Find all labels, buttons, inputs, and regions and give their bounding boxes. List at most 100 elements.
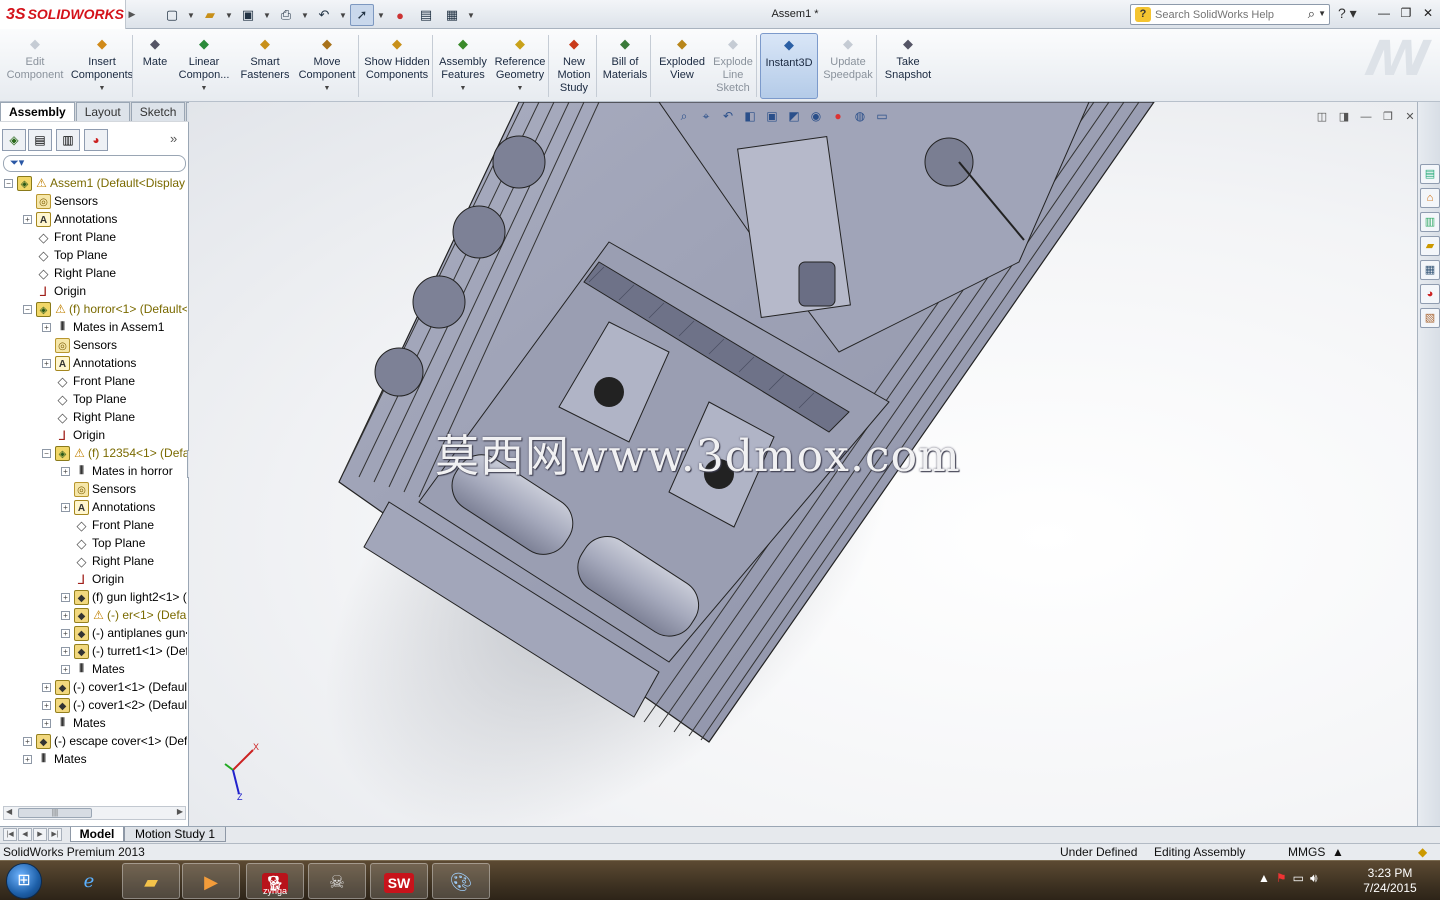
- home-icon[interactable]: ⌂: [1420, 188, 1440, 208]
- hide-show-items-icon[interactable]: ◉: [807, 108, 825, 124]
- display-style-icon[interactable]: ◩: [785, 108, 803, 124]
- collapse-icon[interactable]: −: [42, 449, 51, 459]
- tree-node[interactable]: + ⫴ Mates: [23, 750, 87, 768]
- taskbar-paint-app[interactable]: 🎨︎: [432, 863, 490, 899]
- tree-node[interactable]: −◈ ⚠(f) 12354<1> (Defaul: [42, 444, 187, 462]
- show-hidden-button[interactable]: ◆ Show Hidden Components: [362, 33, 432, 99]
- taskbar-internet-explorer[interactable]: ℯ: [60, 863, 118, 899]
- save-dropdown-icon[interactable]: ▼: [262, 4, 272, 26]
- tree-node[interactable]: ⅃ Origin: [23, 282, 86, 300]
- undo-icon[interactable]: ↶: [312, 4, 336, 26]
- expand-icon[interactable]: +: [61, 611, 70, 621]
- configuration-manager-tab-icon[interactable]: ▥: [56, 129, 80, 151]
- file-explorer-pane-icon[interactable]: ▰: [1420, 236, 1440, 256]
- property-manager-tab-icon[interactable]: ▤: [28, 129, 52, 151]
- appearances-scenes-icon[interactable]: ◕: [1420, 284, 1440, 304]
- expand-panel-icon[interactable]: »: [170, 131, 177, 146]
- tree-node[interactable]: ◎ Sensors: [23, 192, 98, 210]
- display-icon[interactable]: ▭: [1293, 871, 1304, 886]
- tree-node[interactable]: + ⫴ Mates: [61, 660, 125, 678]
- collapse-icon[interactable]: −: [23, 305, 32, 315]
- restore-icon[interactable]: ❐: [1398, 4, 1414, 22]
- tree-node[interactable]: + ◆ (-) escape cover<1> (Defau: [23, 732, 187, 750]
- zoom-to-fit-icon[interactable]: ⌕: [675, 108, 693, 124]
- tree-node[interactable]: ◇ Top Plane: [42, 390, 127, 408]
- tree-node[interactable]: ◇ Front Plane: [61, 516, 155, 534]
- system-clock[interactable]: 3:23 PM 7/24/2015: [1350, 866, 1430, 896]
- taskbar-media-player[interactable]: ▶: [182, 863, 240, 899]
- units-selector[interactable]: MMGS ▲: [1288, 844, 1344, 860]
- last-tab-icon[interactable]: ▶|: [48, 828, 62, 841]
- tree-node[interactable]: + A Annotations: [23, 210, 117, 228]
- section-view-icon[interactable]: ◧: [741, 108, 759, 124]
- save-icon[interactable]: ▣: [236, 4, 260, 26]
- dropdown-arrow-icon[interactable]: ▼: [66, 82, 138, 95]
- file-properties-icon[interactable]: ▤: [414, 4, 438, 26]
- search-dropdown-icon[interactable]: ▼: [1318, 9, 1326, 18]
- viewport-restore-icon[interactable]: ❐: [1381, 110, 1395, 124]
- tree-node[interactable]: ◎ Sensors: [61, 480, 136, 498]
- linear-pattern-button[interactable]: ◆ Linear Compon... ▼: [172, 33, 236, 99]
- tab-layout[interactable]: Layout: [75, 102, 130, 121]
- open-folder-icon[interactable]: ▰: [198, 4, 222, 26]
- tree-node[interactable]: ◇ Top Plane: [61, 534, 146, 552]
- smart-fasteners-button[interactable]: ◆ Smart Fasteners: [240, 33, 290, 99]
- tree-node[interactable]: + ◆ (-) turret1<1> (Defa: [61, 642, 187, 660]
- exploded-view-button[interactable]: ◆ Exploded View: [654, 33, 710, 99]
- tree-horizontal-scrollbar[interactable]: ◀ ||| ▶: [3, 806, 186, 820]
- graphics-viewport[interactable]: 莫西网www.3dmox.com ⌕ ⌖ ↶ ◧ ▣ ◩ ◉ ● ◍ ▭ ◫ ◨…: [189, 102, 1417, 826]
- tab-assembly[interactable]: Assembly: [0, 102, 75, 121]
- tree-filter-field[interactable]: ⏷▾: [3, 155, 186, 172]
- close-icon[interactable]: ✕: [1420, 4, 1436, 22]
- speedpak-button[interactable]: ◆ Update Speedpak: [820, 33, 876, 99]
- tree-node[interactable]: + ◆ (-) cover1<1> (Default<: [42, 678, 187, 696]
- action-center-flag-icon[interactable]: ⚑: [1276, 871, 1287, 886]
- mate-button[interactable]: ◆ Mate: [140, 33, 170, 99]
- edit-appearance-icon[interactable]: ●: [829, 108, 847, 124]
- tree-node[interactable]: ◇ Right Plane: [42, 408, 136, 426]
- tree-node[interactable]: + A Annotations: [42, 354, 136, 372]
- view-palette-icon[interactable]: ▦: [1420, 260, 1440, 280]
- minimize-icon[interactable]: —: [1376, 4, 1392, 22]
- tree-node[interactable]: ◇ Right Plane: [23, 264, 117, 282]
- tree-node[interactable]: − ◈ ⚠ Assem1 (Default<Display St: [4, 174, 187, 192]
- taskbar-game-app[interactable]: ☠︎: [308, 863, 366, 899]
- snapshot-button[interactable]: ◆ Take Snapshot: [880, 33, 936, 99]
- scroll-thumb[interactable]: |||: [18, 808, 92, 818]
- undo-dropdown-icon[interactable]: ▼: [338, 4, 348, 26]
- first-tab-icon[interactable]: |◀: [3, 828, 17, 841]
- help-icon[interactable]: ? ▾: [1338, 5, 1368, 22]
- bom-button[interactable]: ◆ Bill of Materials: [598, 33, 652, 99]
- expand-icon[interactable]: +: [42, 359, 51, 369]
- expand-icon[interactable]: +: [61, 503, 70, 513]
- view-settings-icon[interactable]: ▭: [873, 108, 891, 124]
- tree-node[interactable]: ◇ Front Plane: [42, 372, 136, 390]
- solidworks-logo[interactable]: 3S SOLIDWORKS: [0, 0, 126, 29]
- new-dropdown-icon[interactable]: ▼: [186, 4, 196, 26]
- tree-node[interactable]: − ◈ ⚠ (f) horror<1> (Default<D: [23, 300, 187, 318]
- design-library-icon[interactable]: ▥: [1420, 212, 1440, 232]
- rebuild-traffic-light-icon[interactable]: ●: [388, 4, 412, 26]
- tree-node[interactable]: + ◆ (-) cover1<2> (Default<: [42, 696, 187, 714]
- next-tab-icon[interactable]: ▶: [33, 828, 47, 841]
- reference-geometry-button[interactable]: ◆ Reference Geometry ▼: [492, 33, 548, 99]
- start-button[interactable]: ⊞: [6, 863, 42, 899]
- display-manager-tab-icon[interactable]: ◕: [84, 129, 108, 151]
- dropdown-arrow-icon[interactable]: ▼: [436, 82, 490, 95]
- taskbar-solidworks-app[interactable]: SW: [370, 863, 428, 899]
- expand-icon[interactable]: +: [42, 683, 51, 693]
- options-icon[interactable]: ▦: [440, 4, 464, 26]
- tree-node[interactable]: + ⫴ Mates: [42, 714, 106, 732]
- viewport-split-icon[interactable]: ◫: [1315, 110, 1329, 124]
- tree-node[interactable]: ◎ Sensors: [42, 336, 117, 354]
- move-component-button[interactable]: ◆ Move Component ▼: [296, 33, 358, 99]
- expand-icon[interactable]: +: [42, 719, 51, 729]
- tree-node[interactable]: + ◆ ⚠ (-) er<1> (Defaul: [61, 606, 187, 624]
- feature-tree-tab-icon[interactable]: ◈: [2, 129, 26, 151]
- tab-model[interactable]: Model: [70, 827, 124, 842]
- tab-motion-study-1[interactable]: Motion Study 1: [124, 827, 226, 842]
- tree-node[interactable]: ⅃ Origin: [42, 426, 105, 444]
- scroll-right-icon[interactable]: ▶: [177, 807, 183, 816]
- help-search-box[interactable]: ? ⌕ ▼: [1130, 4, 1330, 25]
- select-cursor-icon[interactable]: ➚: [350, 4, 374, 26]
